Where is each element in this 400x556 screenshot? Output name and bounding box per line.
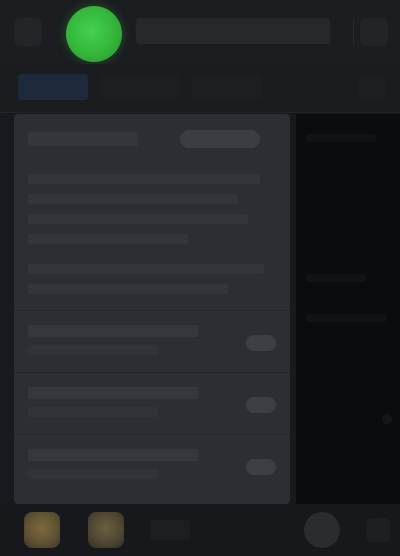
text-line (28, 264, 264, 274)
text-line (28, 214, 248, 224)
app-title (136, 18, 330, 44)
tab-overflow-button[interactable] (358, 74, 386, 100)
list-item[interactable] (14, 372, 290, 435)
text-line (28, 284, 228, 294)
list-item-subtitle (28, 469, 158, 479)
menu-icon[interactable] (14, 18, 42, 46)
side-panel-line (306, 314, 386, 322)
title-bar (0, 0, 400, 64)
tab-second[interactable] (100, 74, 180, 100)
app-icon[interactable] (66, 6, 122, 62)
list-item-subtitle (28, 407, 158, 417)
title-bar-divider (353, 20, 354, 44)
toolbar-menu-icon[interactable] (366, 518, 390, 542)
side-panel-line (306, 134, 376, 142)
text-line (28, 174, 260, 184)
side-panel-line (306, 274, 366, 282)
toolbar-action-button[interactable] (150, 520, 190, 540)
list-item-title (28, 449, 198, 461)
list-item-title (28, 387, 198, 399)
list-item[interactable] (14, 310, 290, 373)
list-item-subtitle (28, 345, 158, 355)
side-panel (296, 114, 400, 504)
tab-third[interactable] (192, 74, 262, 100)
list-item[interactable] (14, 434, 290, 497)
avatar[interactable] (88, 512, 124, 548)
main-card (14, 114, 290, 504)
more-icon[interactable] (360, 18, 388, 46)
bottom-toolbar (0, 504, 400, 556)
list-item-chip[interactable] (246, 459, 276, 475)
tab-strip (0, 64, 400, 113)
circle-button[interactable] (304, 512, 340, 548)
app-window (0, 0, 400, 556)
avatar[interactable] (24, 512, 60, 548)
text-line (28, 234, 188, 244)
side-panel-indicator (382, 414, 392, 424)
card-header (28, 132, 138, 146)
text-line (28, 194, 238, 204)
list-item-chip[interactable] (246, 397, 276, 413)
card-badge[interactable] (180, 130, 260, 148)
list-item-chip[interactable] (246, 335, 276, 351)
tab-active[interactable] (18, 74, 88, 100)
list-item-title (28, 325, 198, 337)
